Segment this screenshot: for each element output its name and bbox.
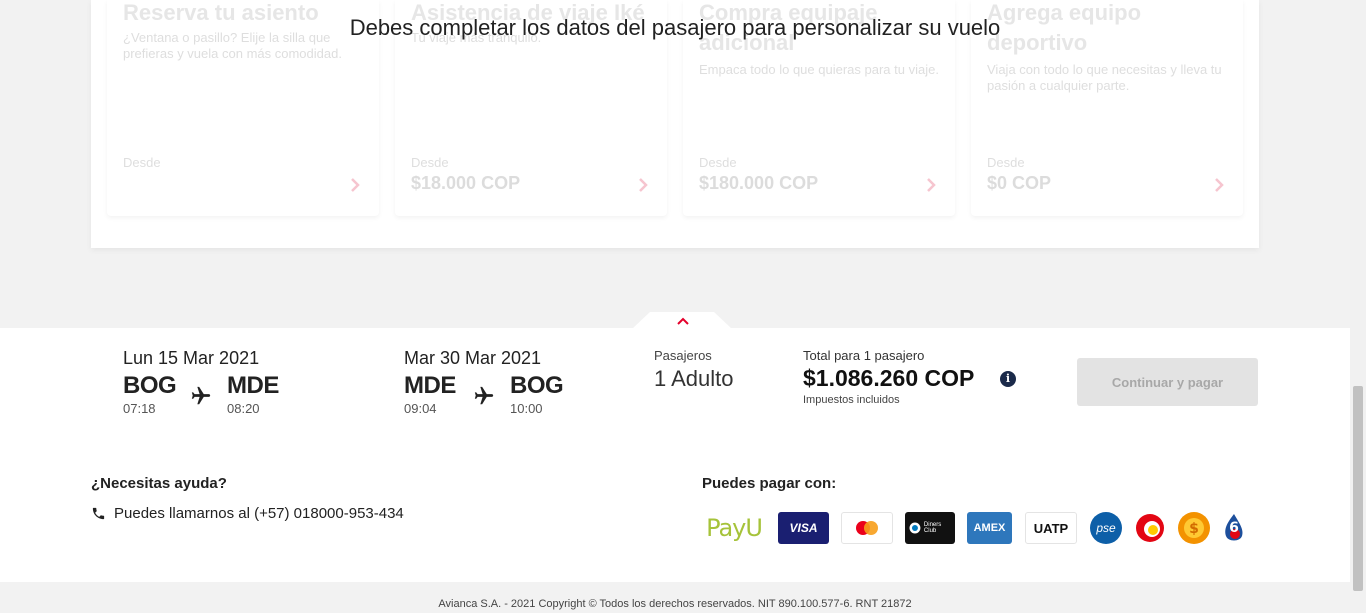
return-origin: MDE: [404, 372, 456, 399]
outbound-date: Lun 15 Mar 2021: [123, 348, 260, 368]
service-description: Empaca todo lo que quieras para tu viaje…: [699, 62, 939, 77]
outbound-origin-time: 07:18: [123, 401, 156, 416]
service-price: $180.000 COP: [699, 173, 819, 193]
collapse-tab[interactable]: [632, 312, 732, 329]
chevron-right-icon[interactable]: [1211, 176, 1227, 194]
outbound-origin: BOG: [123, 372, 177, 399]
service-price: $0 COP: [987, 173, 1052, 193]
drop-icon: 6: [1225, 514, 1243, 541]
amex-logo: AMEX: [967, 512, 1012, 544]
outbound-destination-time: 08:20: [227, 401, 260, 416]
mastercard-logo: [841, 512, 893, 544]
help-title: ¿Necesitas ayuda?: [91, 475, 227, 492]
airplane-icon: [191, 386, 211, 405]
return-date: Mar 30 Mar 2021: [404, 348, 542, 368]
phone-icon: [92, 507, 105, 520]
taxes-note: Impuestos incluidos: [803, 394, 900, 406]
svg-text:6: 6: [1229, 520, 1239, 536]
total-label: Total para 1 pasajero: [803, 348, 925, 363]
diners-club-logo: Diners Club: [905, 512, 955, 544]
pse-logo: pse: [1090, 512, 1122, 544]
scrollbar[interactable]: [1350, 0, 1366, 613]
help-phone-text: Puedes llamarnos al (+57) 018000-953-434: [114, 505, 404, 522]
info-icon[interactable]: i: [1000, 371, 1016, 387]
servientrega-logo: 6: [1220, 512, 1252, 544]
visa-logo: VISA: [778, 512, 829, 544]
service-from-label: Desde: [699, 155, 737, 170]
payu-logo: PayU: [706, 514, 763, 542]
return-destination: BOG: [510, 372, 564, 399]
red-swirl-icon: [1136, 514, 1164, 542]
payments-title: Puedes pagar con:: [702, 475, 837, 492]
service-description: Viaja con todo lo que necesitas y lleva …: [987, 62, 1222, 93]
uatp-logo: UATP: [1025, 512, 1077, 544]
svg-text:$: $: [1189, 521, 1199, 537]
service-from-label: Desde: [987, 155, 1025, 170]
efecty-logo: [1134, 512, 1166, 544]
chevron-right-icon[interactable]: [347, 176, 363, 194]
airplane-icon: [474, 386, 494, 405]
help-phone[interactable]: Puedes llamarnos al (+57) 018000-953-434: [91, 505, 404, 522]
return-destination-time: 10:00: [510, 401, 543, 416]
outbound-destination: MDE: [227, 372, 279, 399]
scrollbar-thumb[interactable]: [1353, 386, 1363, 591]
passengers-label: Pasajeros: [654, 348, 712, 363]
service-price: $18.000 COP: [411, 173, 521, 193]
total-price: $1.086.260 COP: [803, 365, 975, 391]
diners-circle-icon: [909, 522, 921, 534]
baloto-logo: $: [1178, 512, 1210, 544]
service-from-label: Desde: [123, 155, 161, 170]
copyright-text: Avianca S.A. - 2021 Copyright © Todos lo…: [438, 598, 912, 610]
overlay-message: Debes completar los datos del pasajero p…: [349, 15, 1001, 40]
coin-icon: $: [1179, 513, 1209, 543]
diners-club-label: Diners Club: [923, 522, 942, 534]
mastercard-circles-icon: [856, 521, 878, 535]
return-origin-time: 09:04: [404, 401, 437, 416]
service-from-label: Desde: [411, 155, 449, 170]
passengers-value: 1 Adulto: [654, 366, 734, 391]
continue-pay-button[interactable]: Continuar y pagar: [1077, 358, 1258, 406]
chevron-right-icon[interactable]: [635, 176, 651, 194]
chevron-right-icon[interactable]: [923, 176, 939, 194]
